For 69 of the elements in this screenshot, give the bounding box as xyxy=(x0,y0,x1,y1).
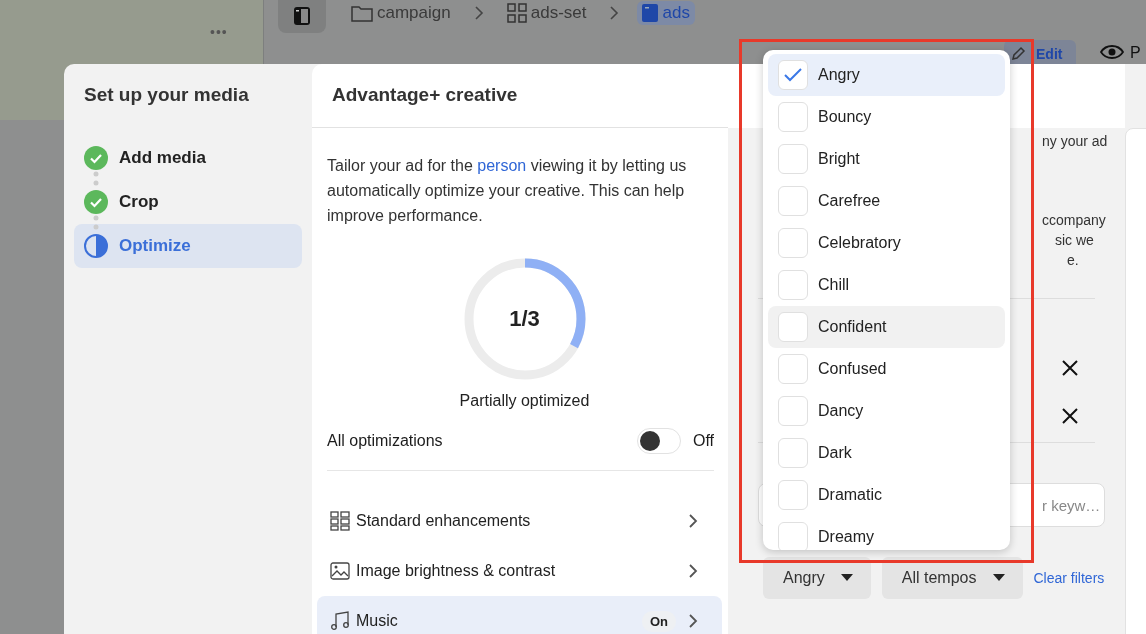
checkbox[interactable] xyxy=(778,438,808,468)
chevron-right-icon xyxy=(609,5,620,21)
chevron-right-icon xyxy=(473,5,484,21)
description-text: Tailor your ad for the person viewing it by letting us automatically optimize your creative. This can help improve performance. xyxy=(327,156,688,226)
image-icon xyxy=(330,561,350,581)
pencil-icon xyxy=(1010,46,1026,62)
toggle-switch[interactable] xyxy=(636,428,681,454)
status-badge: On xyxy=(641,610,676,632)
menu-option[interactable]: Angry xyxy=(768,54,1005,96)
checkbox[interactable] xyxy=(778,144,808,174)
checkbox[interactable] xyxy=(778,60,808,90)
menu-option[interactable]: Dancy xyxy=(768,390,1005,432)
checkbox[interactable] xyxy=(778,312,808,342)
breadcrumb-item[interactable]: ads-set xyxy=(501,1,592,25)
menu-option[interactable]: Celebratory xyxy=(768,222,1005,264)
menu-option[interactable]: Confident xyxy=(768,306,1005,348)
checkbox[interactable] xyxy=(778,354,808,384)
eye-icon xyxy=(1100,44,1124,60)
sidebar-toggle-button[interactable] xyxy=(278,0,326,33)
description-text: ccompany xyxy=(1042,211,1106,230)
menu-option[interactable]: Bouncy xyxy=(768,96,1005,138)
grid-icon xyxy=(330,511,350,531)
step-item[interactable]: Add media xyxy=(74,136,302,180)
toggle-state: Off xyxy=(692,432,714,450)
close-icon[interactable] xyxy=(1061,359,1079,377)
menu-option[interactable]: Carefree xyxy=(768,180,1005,222)
checkbox[interactable] xyxy=(778,480,808,510)
progress-caption: Partially optimized xyxy=(459,392,590,410)
chevron-right-icon xyxy=(688,513,698,529)
caret-down-icon xyxy=(992,574,1005,582)
menu-option[interactable]: Dreamy xyxy=(768,516,1005,550)
chevron-right-icon xyxy=(688,613,698,629)
person-link[interactable]: person xyxy=(477,157,527,174)
step-item[interactable]: Optimize xyxy=(74,224,302,268)
option-row[interactable]: Music On xyxy=(317,596,722,634)
checkbox[interactable] xyxy=(778,228,808,258)
step-item[interactable]: Crop xyxy=(74,180,302,224)
menu-option[interactable]: Dark xyxy=(768,432,1005,474)
preview-label[interactable]: P xyxy=(1130,44,1141,62)
menu-option[interactable]: Dramatic xyxy=(768,474,1005,516)
filter-dropdown[interactable]: All tempos xyxy=(881,557,1023,599)
checkbox[interactable] xyxy=(778,102,808,132)
description-text: e. xyxy=(1067,251,1079,270)
close-icon[interactable] xyxy=(1061,407,1079,425)
description-text: sic we xyxy=(1055,231,1094,250)
music-note-icon xyxy=(330,611,350,631)
filter-dropdown[interactable]: Angry xyxy=(763,557,871,599)
menu-option[interactable]: Chill xyxy=(768,264,1005,306)
check-icon xyxy=(784,68,802,82)
panel-icon xyxy=(293,6,311,26)
checkbox[interactable] xyxy=(778,186,808,216)
option-row[interactable]: Standard enhancements xyxy=(317,496,722,546)
chevron-right-icon xyxy=(688,563,698,579)
folder-icon xyxy=(351,4,373,22)
setting-label: All optimizations xyxy=(327,432,444,450)
nav-title: Set up your media xyxy=(84,84,250,106)
grid-icon xyxy=(506,3,527,23)
checkbox[interactable] xyxy=(778,522,808,550)
document-icon xyxy=(642,3,659,23)
breadcrumb-item[interactable]: campaign xyxy=(346,1,456,25)
progress-reading: 1/3 xyxy=(508,306,541,332)
option-row[interactable]: Image brightness & contrast xyxy=(317,546,722,596)
description-text: ny your ad xyxy=(1042,132,1108,150)
menu-option[interactable]: Bright xyxy=(768,138,1005,180)
clear-filters-link[interactable]: Clear filters xyxy=(1033,570,1105,586)
menu-option[interactable]: Confused xyxy=(768,348,1005,390)
checkbox[interactable] xyxy=(778,270,808,300)
checkbox[interactable] xyxy=(778,396,808,426)
caret-down-icon xyxy=(840,574,853,582)
